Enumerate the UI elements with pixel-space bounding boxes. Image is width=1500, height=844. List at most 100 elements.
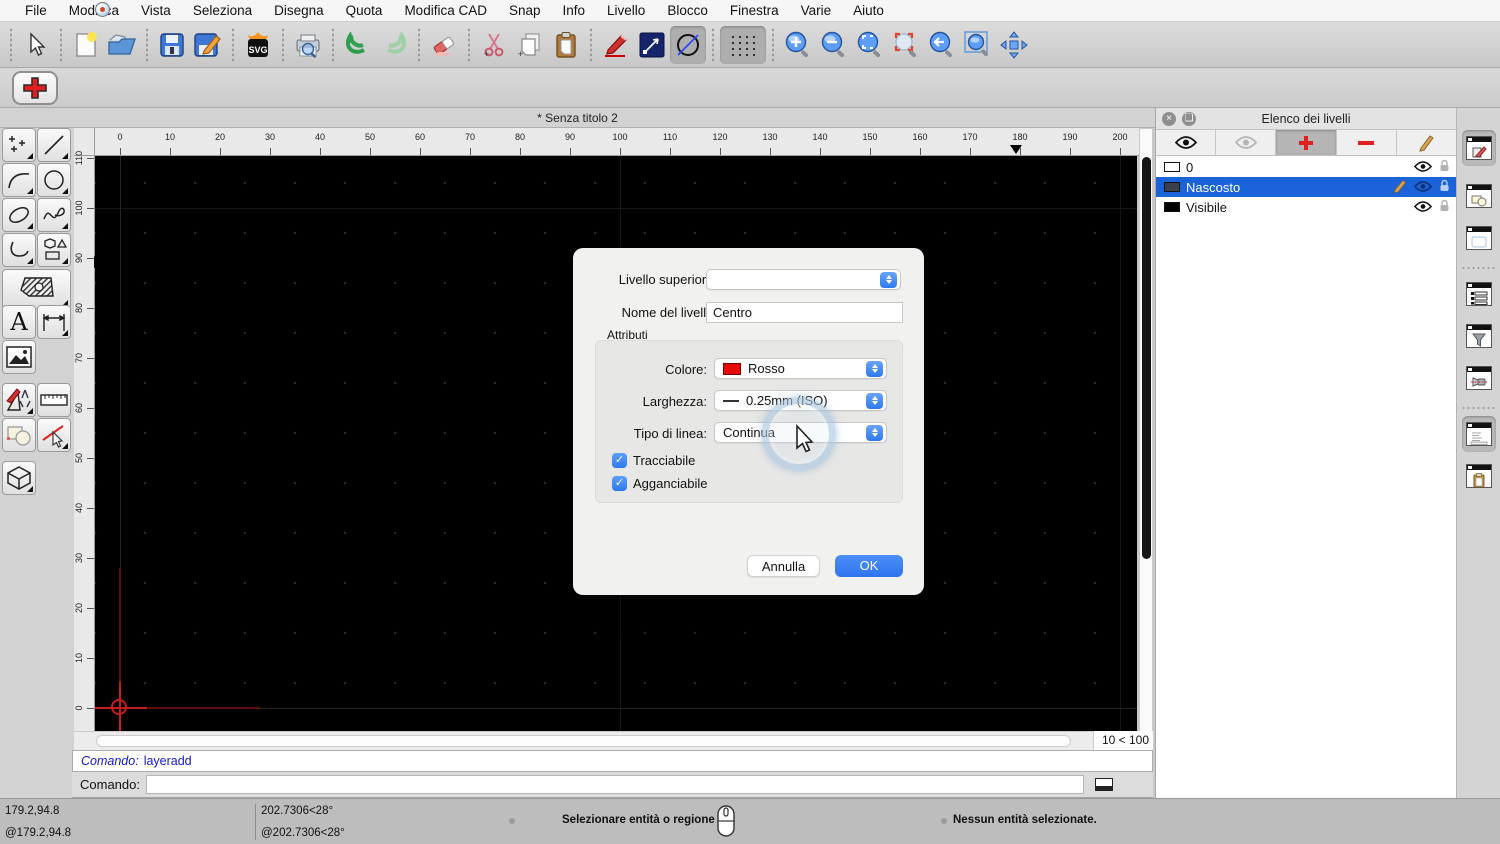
panel-undock-icon[interactable]: ❏ [1182,112,1196,126]
shape-tool-button[interactable] [37,233,71,267]
zoom-out-button[interactable] [816,26,852,64]
image-tool-button[interactable] [2,340,36,374]
menu-snap[interactable]: Snap [498,0,552,22]
selection-pointer-button[interactable] [18,26,54,64]
selection-filter-toggle[interactable] [1462,318,1496,354]
svg-export-button[interactable]: SVG [240,26,276,64]
save-button[interactable] [154,26,190,64]
copy-button[interactable]: + [512,26,548,64]
circle-line-icon [677,33,699,56]
text-tool-button[interactable]: A [2,305,36,339]
cancel-button[interactable]: Annulla [747,555,820,577]
circle-tool-button[interactable] [670,25,706,64]
zoom-previous-button[interactable] [888,26,924,64]
menu-file[interactable]: File [14,0,58,22]
menu-livello[interactable]: Livello [596,0,656,22]
remove-layer-button[interactable] [1336,130,1397,155]
menu-aiuto[interactable]: Aiuto [842,0,895,22]
undo-button[interactable] [340,26,376,64]
block-list-toggle[interactable] [1462,178,1496,214]
layer-list-toggle[interactable] [1462,276,1496,312]
layer-row-visibile[interactable]: Visibile [1156,197,1456,217]
panel-close-icon[interactable]: × [1162,112,1176,126]
library-browser-toggle[interactable] [1462,220,1496,256]
line-tool-button[interactable] [37,128,71,162]
canvas-vertical-scrollbar[interactable] [1139,128,1153,750]
add-layer-tool-button[interactable] [12,70,58,105]
info-tool-button[interactable] [2,418,36,452]
add-layer-button[interactable] [1276,130,1337,155]
menu-varie[interactable]: Varie [790,0,843,22]
freehand-draw-button[interactable] [598,26,634,64]
checkbox-checked-icon[interactable]: ✓ [612,453,627,468]
property-editor-toggle[interactable] [1462,130,1496,166]
menu-vista[interactable]: Vista [130,0,182,22]
layer-lock-icon[interactable] [1439,179,1450,195]
snap-tool-button[interactable] [37,418,71,452]
layer-edit-pencil-icon[interactable] [1393,179,1407,196]
document-tab-bar[interactable]: * Senza titolo 2 [0,108,1155,128]
modify-tool-button[interactable] [2,383,36,417]
hide-all-layers-button[interactable] [1216,130,1277,155]
zoom-window-button[interactable] [960,26,996,64]
menu-blocco[interactable]: Blocco [656,0,719,22]
zoom-auto-button[interactable] [852,26,888,64]
vertical-scrollbar-thumb[interactable] [1142,157,1151,559]
point-tool-button[interactable] [2,128,36,162]
checkbox-checked-icon[interactable]: ✓ [612,476,627,491]
layer-row-nascosto[interactable]: Nascosto [1156,177,1456,197]
ellipse-tool-button[interactable] [2,198,36,232]
command-widget-toggle-button[interactable] [1092,776,1116,794]
plottable-checkbox-row[interactable]: ✓ Tracciabile [612,453,695,468]
open-file-button[interactable] [104,26,140,64]
color-combo[interactable]: Rosso [714,358,887,379]
print-preview-button[interactable] [290,26,326,64]
menu-quota[interactable]: Quota [335,0,394,22]
menu-modifica[interactable]: Modifica [58,0,130,22]
menu-disegna[interactable]: Disegna [263,0,335,22]
line-tool-button[interactable] [634,26,670,64]
pointer-icon [30,31,46,56]
new-file-button[interactable] [68,26,104,64]
view-toggle[interactable] [1462,360,1496,396]
view-3d-tool-button[interactable] [2,461,36,495]
measure-tool-button[interactable] [37,383,71,417]
menu-finestra[interactable]: Finestra [719,0,790,22]
layer-visibility-eye-icon[interactable] [1413,160,1433,175]
menu-info[interactable]: Info [552,0,597,22]
edit-layer-button[interactable] [1396,130,1457,155]
h-ruler-tick [120,148,121,155]
grid-toggle-button[interactable] [720,25,766,64]
command-line-toggle[interactable] [1462,416,1496,452]
clipboard-panel-toggle[interactable] [1462,458,1496,494]
layer-lock-icon[interactable] [1439,199,1450,215]
spline-tool-button[interactable] [37,198,71,232]
polyline-tool-button[interactable] [2,233,36,267]
layer-lock-icon[interactable] [1439,159,1450,175]
layer-row-0[interactable]: 0 [1156,157,1456,177]
zoom-back-button[interactable] [924,26,960,64]
hatch-tool-button[interactable] [2,269,71,309]
arc-tool-button[interactable] [2,163,36,197]
paste-button[interactable] [548,26,584,64]
menu-seleziona[interactable]: Seleziona [182,0,263,22]
layer-visibility-eye-icon[interactable] [1413,180,1433,195]
circle-tool-button[interactable] [37,163,71,197]
parent-layer-combo[interactable] [706,269,901,290]
cut-button[interactable]: + [476,26,512,64]
dimension-tool-button[interactable] [37,305,71,339]
redo-button[interactable] [376,26,412,64]
zoom-pan-button[interactable] [996,26,1032,64]
ok-button[interactable]: OK [835,555,903,577]
save-as-button[interactable] [190,26,226,64]
horizontal-scrollbar-thumb[interactable] [96,735,1071,747]
zoom-in-button[interactable] [780,26,816,64]
layer-name-field[interactable]: Centro [706,302,903,323]
show-all-layers-button[interactable] [1156,130,1217,155]
canvas-horizontal-scrollbar[interactable] [74,731,1093,750]
menu-modifica-cad[interactable]: Modifica CAD [393,0,498,22]
command-input[interactable] [145,775,1084,794]
layer-visibility-eye-icon[interactable] [1413,200,1433,215]
erase-button[interactable] [426,26,462,64]
snappable-checkbox-row[interactable]: ✓ Agganciabile [612,476,707,491]
